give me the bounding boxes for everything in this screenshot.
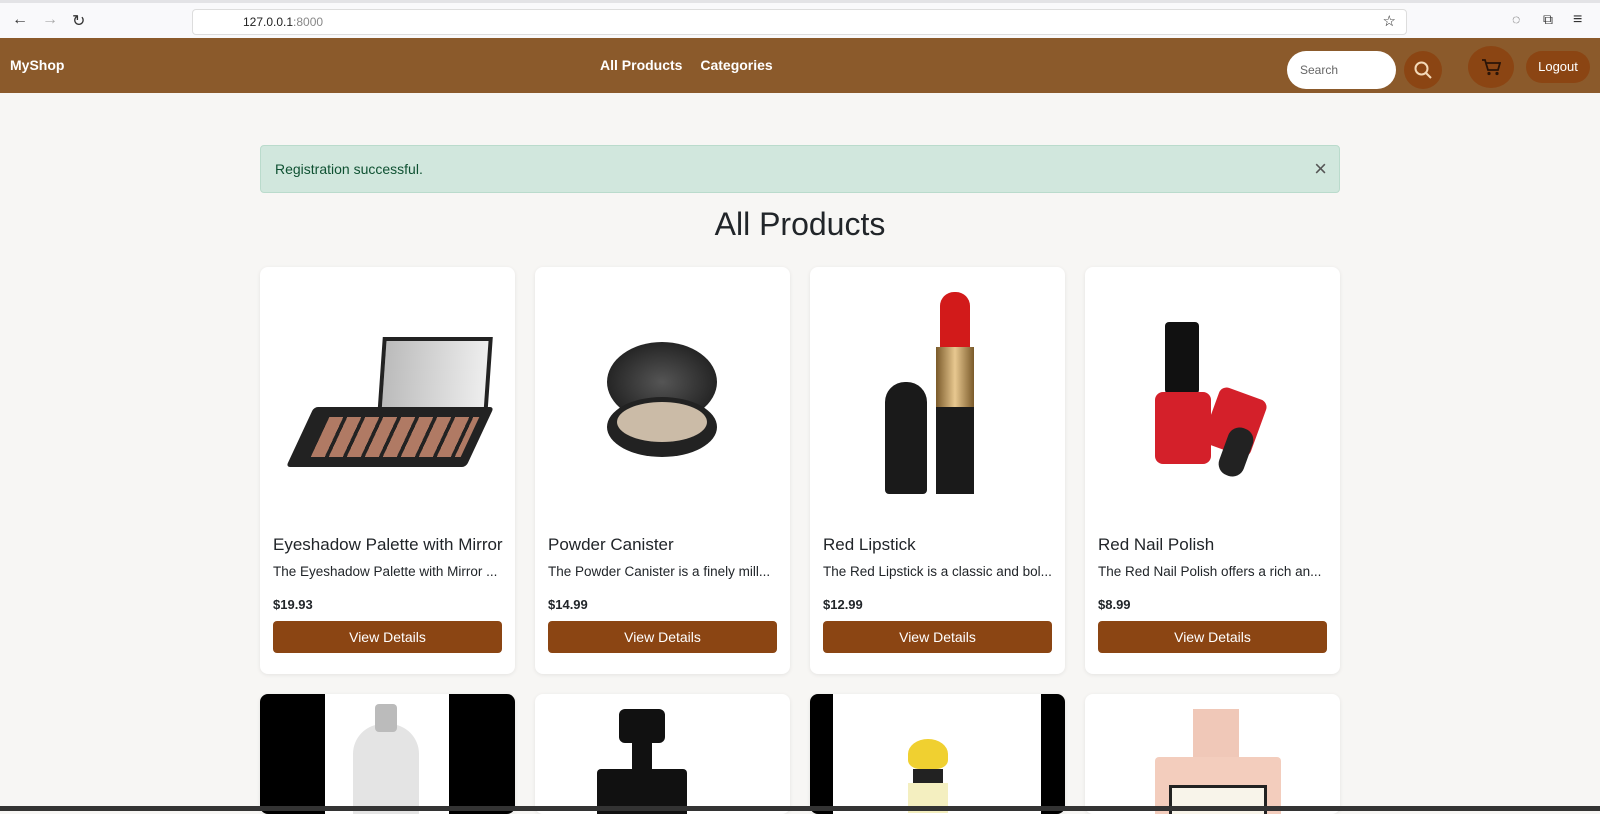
product-price: $8.99 [1098,597,1131,612]
product-image[interactable] [260,267,515,525]
product-card: Red Lipstick The Red Lipstick is a class… [810,267,1065,674]
view-details-button[interactable]: View Details [548,621,777,653]
product-card[interactable] [1085,694,1340,814]
address-bar[interactable]: 127.0.0.1:8000 ☆ [192,9,1407,35]
product-price: $14.99 [548,597,588,612]
product-image[interactable] [810,267,1065,525]
navbar: MyShop All Products Categories Search Lo… [0,38,1600,93]
product-description: The Red Lipstick is a classic and bol... [823,564,1052,579]
bookmark-star-icon[interactable]: ☆ [1383,10,1396,34]
product-description: The Powder Canister is a finely mill... [548,564,771,579]
product-price: $19.93 [273,597,313,612]
success-alert: Registration successful. × [260,145,1340,193]
cart-icon [1482,59,1501,76]
product-card: Powder Canister The Powder Canister is a… [535,267,790,674]
product-name: Red Lipstick [823,535,916,554]
logout-button[interactable]: Logout [1526,51,1590,83]
alert-message: Registration successful. [275,161,423,177]
cart-button[interactable] [1468,46,1514,88]
product-image[interactable] [1085,267,1340,525]
product-image[interactable] [535,267,790,525]
browser-toolbar: ← → ↻ 127.0.0.1:8000 ☆ ◌ ⧉ ≡ [0,0,1600,38]
reload-icon[interactable]: ↻ [72,11,85,31]
close-icon[interactable]: × [1314,146,1327,192]
product-price: $12.99 [823,597,863,612]
product-card[interactable] [535,694,790,814]
nav-all-products[interactable]: All Products [600,57,682,73]
product-card[interactable] [260,694,515,814]
back-icon[interactable]: ← [12,11,28,29]
product-name: Red Nail Polish [1098,535,1215,554]
product-card[interactable] [810,694,1065,814]
view-details-button[interactable]: View Details [273,621,502,653]
menu-icon[interactable]: ≡ [1573,11,1582,29]
forward-icon[interactable]: → [42,11,58,29]
search-icon [1414,61,1432,79]
nav-categories[interactable]: Categories [700,57,772,73]
url-port: :8000 [293,15,324,29]
extensions-icon[interactable]: ⧉ [1543,11,1553,28]
taskbar [0,806,1600,811]
product-name: Powder Canister [548,535,674,554]
product-image [1155,709,1281,814]
pocket-icon[interactable]: ◌ [1512,11,1520,27]
search-input[interactable]: Search [1287,51,1396,89]
url-host: 127.0.0.1 [243,15,294,29]
search-button[interactable] [1404,51,1442,89]
product-name: Eyeshadow Palette with Mirror [273,535,503,554]
view-details-button[interactable]: View Details [1098,621,1327,653]
product-image [597,709,687,814]
view-details-button[interactable]: View Details [823,621,1052,653]
product-description: The Red Nail Polish offers a rich an... [1098,564,1322,579]
product-card: Red Nail Polish The Red Nail Polish offe… [1085,267,1340,674]
product-card: Eyeshadow Palette with Mirror The Eyesha… [260,267,515,674]
product-description: The Eyeshadow Palette with Mirror ... [273,564,498,579]
page-title: All Products [714,206,886,242]
product-image [325,694,449,814]
brand-logo[interactable]: MyShop [10,57,64,73]
product-image [833,694,1041,814]
